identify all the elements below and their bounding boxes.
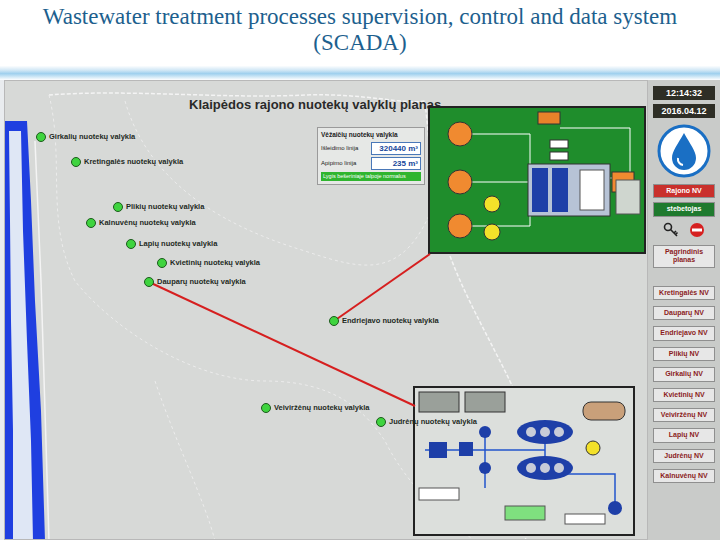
sidebar: 12:14:32 2016.04.12 Rajono NV stebetojas Pag… (648, 80, 720, 540)
info-row: Išleidimo linija320440 m³ (321, 142, 421, 155)
station-label[interactable]: Kalnuvėnų nuotekų valykla (99, 219, 196, 227)
station-pin[interactable]: Veiviržėnų nuotekų valykla (261, 403, 369, 413)
status-dot (86, 218, 96, 228)
slide: Wastewater treatment processes supervisi… (0, 0, 720, 540)
station-pin[interactable]: Kalnuvėnų nuotekų valykla (86, 218, 196, 228)
status-dot (144, 277, 154, 287)
connector-lines (5, 81, 648, 540)
plant-button[interactable]: Kretingalės NV (653, 286, 715, 300)
station-pin[interactable]: Kvietinių nuotekų valykla (157, 258, 260, 268)
station-pin[interactable]: Kretingalės nuotekų valykla (71, 157, 183, 167)
station-pin[interactable]: Dauparų nuotekų valykla (144, 277, 246, 287)
info-status: Lygis bešeriniaje talpoje normalus (321, 172, 421, 181)
plant-button[interactable]: Judrėnų NV (653, 449, 715, 463)
slide-title: Wastewater treatment processes supervisi… (10, 4, 710, 57)
station-label[interactable]: Girkalių nuotekų valykla (49, 133, 135, 141)
station-label[interactable]: Judrėnų nuotekų valykla (389, 418, 477, 426)
info-value: 235 m³ (371, 157, 421, 170)
plant-button[interactable]: Veiviržėnų NV (653, 408, 715, 422)
district-view-button[interactable]: Rajono NV (653, 184, 715, 198)
logout-icon[interactable] (689, 222, 705, 238)
station-pin[interactable]: Judrėnų nuotekų valykla (376, 417, 477, 427)
info-label: Išleidimo linija (321, 144, 369, 153)
plant-button[interactable]: Kvietinių NV (653, 388, 715, 402)
station-pin[interactable]: Endriejavo nuotekų valykla (329, 316, 439, 326)
status-dot (36, 132, 46, 142)
plant-button[interactable]: Girkalių NV (653, 367, 715, 381)
status-dot (126, 239, 136, 249)
process-screen-inset[interactable] (428, 106, 646, 254)
time-display: 12:14:32 (653, 86, 715, 100)
district-map: Klaipėdos rajono nuotekų valyklų planas V… (4, 80, 648, 540)
plant-button[interactable]: Lapių NV (653, 428, 715, 442)
tool-icons (653, 222, 715, 238)
main-plan-button[interactable]: Pagrindinis planas (653, 245, 715, 268)
station-pin[interactable]: Lapių nuotekų valykla (126, 239, 217, 249)
station-label[interactable]: Kretingalės nuotekų valykla (84, 158, 183, 166)
slide-header: Wastewater treatment processes supervisi… (0, 0, 720, 80)
tank-diagram (415, 388, 633, 534)
plant-button[interactable]: Kalnuvėnų NV (653, 469, 715, 483)
plant-list: Kretingalės NV Dauparų NV Endriejavo NV Pli… (653, 286, 715, 484)
status-dot (113, 202, 123, 212)
status-dot (71, 157, 81, 167)
user-label: stebetojas (653, 202, 715, 216)
key-icon[interactable] (663, 222, 679, 238)
map-title: Klaipėdos rajono nuotekų valyklų planas (189, 95, 441, 115)
station-label[interactable]: Kvietinių nuotekų valykla (170, 259, 260, 267)
scada-window: Klaipėdos rajono nuotekų valyklų planas V… (0, 80, 720, 540)
plant-button[interactable]: Dauparų NV (653, 306, 715, 320)
station-label[interactable]: Plikių nuotekų valykla (126, 203, 204, 211)
status-dot (376, 417, 386, 427)
info-panel: Vėžaičių nuotekų valykla Išleidimo linija… (317, 127, 425, 185)
station-label[interactable]: Dauparų nuotekų valykla (157, 278, 246, 286)
station-pin[interactable]: Girkalių nuotekų valykla (36, 132, 135, 142)
info-title: Vėžaičių nuotekų valykla (321, 130, 421, 140)
status-dot (157, 258, 167, 268)
station-pin[interactable]: Plikių nuotekų valykla (113, 202, 204, 212)
status-dot (261, 403, 271, 413)
info-value: 320440 m³ (371, 142, 421, 155)
info-row: Apipimo linija235 m³ (321, 157, 421, 170)
tank-screen-inset[interactable] (413, 386, 635, 536)
plant-button[interactable]: Plikių NV (653, 347, 715, 361)
station-label[interactable]: Veiviržėnų nuotekų valykla (274, 404, 369, 412)
water-drop-logo-icon (657, 124, 711, 178)
station-label[interactable]: Endriejavo nuotekų valykla (342, 317, 439, 325)
process-diagram (430, 108, 644, 252)
info-label: Apipimo linija (321, 159, 369, 168)
station-label[interactable]: Lapių nuotekų valykla (139, 240, 217, 248)
plant-button[interactable]: Endriejavo NV (653, 326, 715, 340)
date-display: 2016.04.12 (653, 104, 715, 118)
status-dot (329, 316, 339, 326)
